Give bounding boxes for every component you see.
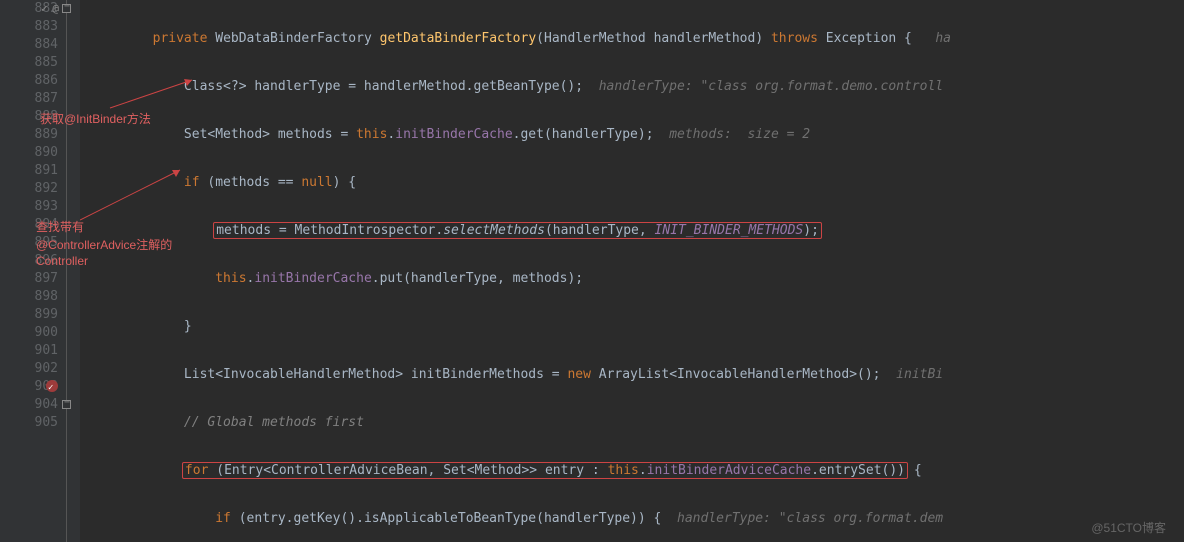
fold-icon[interactable] — [62, 4, 71, 13]
line-number: 903 — [0, 378, 58, 396]
code-line[interactable]: if (entry.getKey().isApplicableToBeanTyp… — [90, 510, 1184, 528]
line-number: 882✓ @ — [0, 0, 58, 18]
line-number: 905 — [0, 414, 58, 432]
code-line[interactable]: Class<?> handlerType = handlerMethod.get… — [90, 78, 1184, 96]
line-number: 887 — [0, 90, 58, 108]
line-number: 886 — [0, 72, 58, 90]
line-number: 884 — [0, 36, 58, 54]
code-line[interactable]: for (Entry<ControllerAdviceBean, Set<Met… — [90, 462, 1184, 480]
code-line[interactable]: private WebDataBinderFactory getDataBind… — [90, 30, 1184, 48]
line-number: 904 — [0, 396, 58, 414]
code-line[interactable]: } — [90, 318, 1184, 336]
fold-icon[interactable] — [62, 400, 71, 409]
line-number: 902 — [0, 360, 58, 378]
line-number: 901 — [0, 342, 58, 360]
code-line[interactable]: List<InvocableHandlerMethod> initBinderM… — [90, 366, 1184, 384]
highlight-box: for (Entry<ControllerAdviceBean, Set<Met… — [182, 462, 908, 479]
line-number: 885 — [0, 54, 58, 72]
line-number: 895 — [0, 234, 58, 252]
line-number: 891 — [0, 162, 58, 180]
code-line[interactable]: if (methods == null) { — [90, 174, 1184, 192]
line-number: 900 — [0, 324, 58, 342]
line-number: 883 — [0, 18, 58, 36]
line-number: 896 — [0, 252, 58, 270]
frame-marker-icon: ✓ @ — [41, 0, 58, 18]
line-number: 889 — [0, 126, 58, 144]
code-line[interactable]: this.initBinderCache.put(handlerType, me… — [90, 270, 1184, 288]
line-number: 894 — [0, 216, 58, 234]
annotation-arrow — [80, 150, 280, 270]
line-number: 893 — [0, 198, 58, 216]
line-number: 899 — [0, 306, 58, 324]
line-number: 888 — [0, 108, 58, 126]
highlight-box: methods = MethodIntrospector.selectMetho… — [213, 222, 822, 239]
line-number: 897 — [0, 270, 58, 288]
line-number: 898 — [0, 288, 58, 306]
code-line[interactable]: // Global methods first — [90, 414, 1184, 432]
code-line[interactable]: methods = MethodIntrospector.selectMetho… — [90, 222, 1184, 240]
watermark: @51CTO博客 — [1091, 519, 1166, 536]
gutter: 882✓ @ 883 884 885 886 887 888 889 890 8… — [0, 0, 80, 542]
code-editor[interactable]: 882✓ @ 883 884 885 886 887 888 889 890 8… — [0, 0, 1184, 542]
breakpoint-hit-icon[interactable] — [46, 380, 58, 392]
line-number: 890 — [0, 144, 58, 162]
line-number: 892 — [0, 180, 58, 198]
code-line[interactable]: Set<Method> methods = this.initBinderCac… — [90, 126, 1184, 144]
code-area[interactable]: private WebDataBinderFactory getDataBind… — [80, 0, 1184, 542]
